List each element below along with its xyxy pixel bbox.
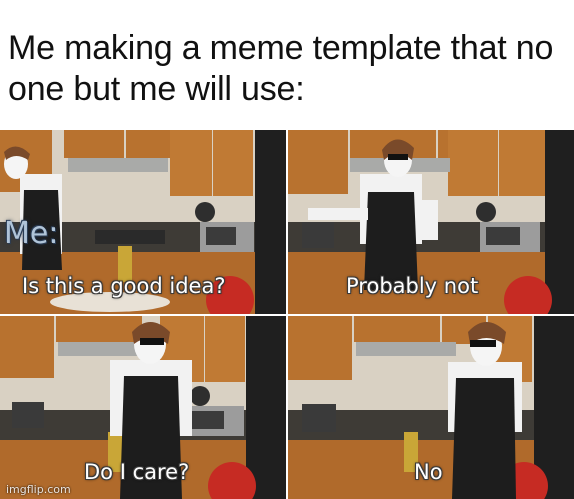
panel-4: No: [288, 316, 574, 499]
meme-image-grid: Me: Is this a good idea? Probably not Do…: [0, 130, 574, 499]
panel-2: Probably not: [288, 130, 574, 314]
subtitle-4: No: [414, 460, 443, 484]
subtitle-2: Probably not: [346, 274, 479, 298]
imgflip-watermark: imgflip.com: [6, 483, 71, 496]
subtitle-1: Is this a good idea?: [22, 274, 226, 298]
panel-3: Do I care? imgflip.com: [0, 316, 286, 499]
meme-caption: Me making a meme template that no one bu…: [8, 29, 554, 108]
me-label: Me:: [4, 216, 59, 251]
panel-1: Me: Is this a good idea?: [0, 130, 286, 314]
subtitle-3: Do I care?: [84, 460, 190, 484]
